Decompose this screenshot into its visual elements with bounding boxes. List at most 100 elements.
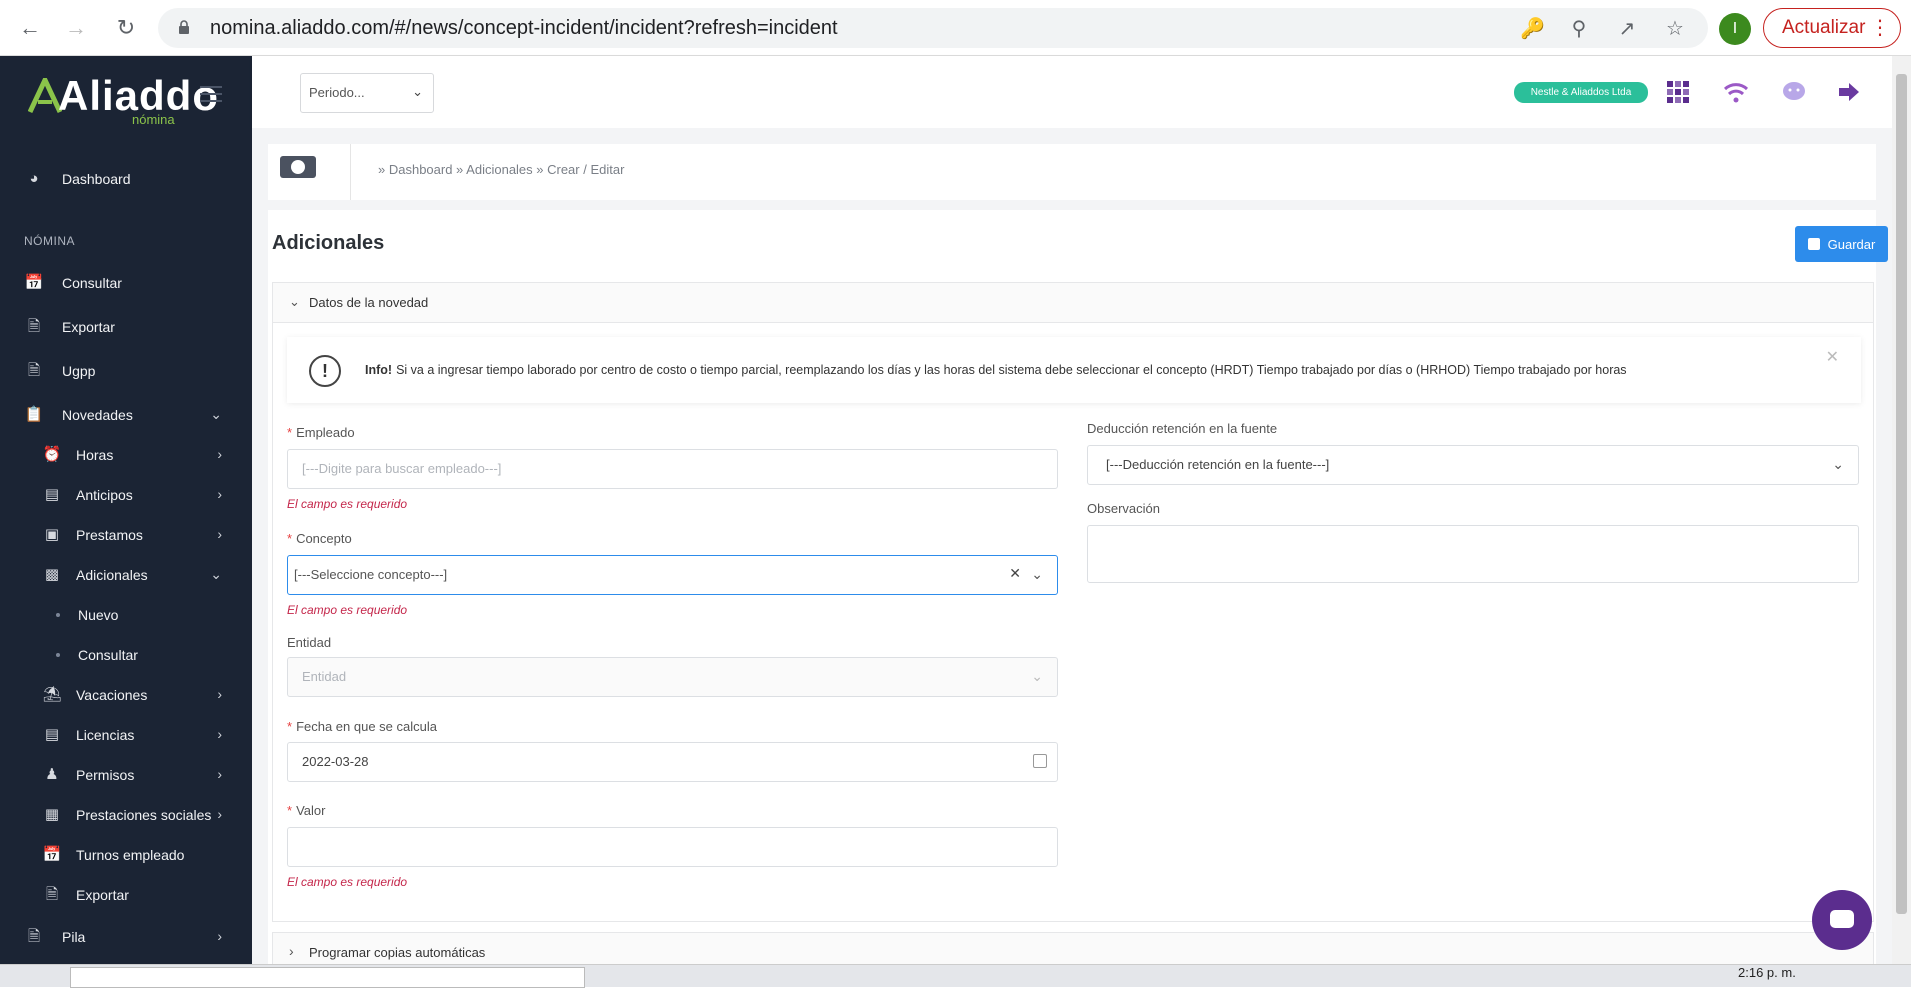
sidebar-item-nuevo[interactable]: Nuevo [0,597,252,633]
aliaddo-logo[interactable]: Aliaddo nómina [28,68,218,127]
section-label-nomina: NÓMINA [24,234,75,248]
clear-icon[interactable]: ✕ [1009,565,1021,582]
sidebar-item-label: Prestamos [76,527,143,543]
sidebar-item-label: Novedades [62,407,133,423]
sidebar-item-anticipos[interactable]: ▤ Anticipos › [0,477,252,513]
chevron-right-icon: › [217,928,222,944]
calendar-icon[interactable] [1033,754,1047,768]
valor-error: El campo es requerido [287,875,408,889]
sidebar-item-label: Adicionales [76,567,148,583]
valor-input[interactable] [287,827,1058,867]
sidebar-item-horas[interactable]: ⏰ Horas › [0,437,252,473]
sidebar-item-dashboard[interactable]: ◕ Dashboard [0,161,252,197]
fecha-date-input[interactable]: 2022-03-28 [287,742,1058,782]
periodo-select[interactable]: Periodo... ⌄ [300,73,434,113]
sidebar-item-label: Vacaciones [76,687,148,703]
panel-header[interactable]: ⌄ Datos de la novedad [273,283,1873,323]
chevron-down-icon: ⌄ [210,566,222,582]
alarm-clock-icon: ⏰ [42,446,62,463]
sidebar-item-prestaciones-sociales[interactable]: ▦ Prestaciones sociales › [0,797,252,833]
concepto-select[interactable]: [---Seleccione concepto---] ✕ ⌄ [287,555,1058,595]
lock-icon [179,20,189,34]
fecha-label-text: Fecha en que se calcula [296,719,437,734]
sidebar-item-permisos[interactable]: ♟ Permisos › [0,757,252,793]
support-chat-button[interactable] [1812,890,1872,950]
company-badge[interactable]: Nestle & Aliaddos Ltda [1514,82,1648,103]
alert-message: Si va a ingresar tiempo laborado por cen… [396,363,1627,377]
url-text[interactable]: nomina.aliaddo.com/#/news/concept-incide… [210,17,838,40]
star-icon[interactable]: ☆ [1664,18,1686,40]
page-title: Adicionales [272,232,385,254]
sidebar-item-exportar[interactable]: 🗎 Exportar [0,309,252,345]
empleado-input[interactable]: [---Digite para buscar empleado---] [287,449,1058,489]
id-card-icon: ▤ [44,486,60,503]
chevron-right-icon: › [217,806,222,822]
chevron-right-icon: › [217,526,222,542]
credit-card-icon: ▣ [44,526,60,543]
money-bill-icon [280,156,316,178]
page-scrollbar[interactable] [1892,56,1911,964]
sidebar-item-label: Nuevo [78,607,119,623]
wifi-icon[interactable] [1722,78,1750,106]
deduccion-value: [---Deducción retención en la fuente---] [1106,457,1330,472]
sidebar-item-novedades-exportar[interactable]: 🗎 Exportar [0,877,252,913]
address-bar[interactable]: nomina.aliaddo.com/#/news/concept-incide… [158,8,1708,48]
file-upload-icon: 🗎 [27,928,41,945]
back-arrow-icon[interactable]: ← [14,12,46,44]
sidebar-item-licencias[interactable]: ▤ Licencias › [0,717,252,753]
taskbar-search-input[interactable] [70,967,585,988]
chevron-down-icon: ⌄ [1832,456,1844,472]
pie-chart-icon: ◕ [29,170,39,187]
sidebar-item-ugpp[interactable]: 🗎 Ugpp [0,353,252,389]
floppy-disk-icon [1807,238,1820,250]
chevron-right-icon: › [217,686,222,702]
chevron-right-icon: › [289,943,294,959]
sidebar-item-label: Turnos empleado [76,847,185,863]
app-topbar: Periodo... ⌄ Nestle & Aliaddos Ltda [252,56,1892,128]
kebab-menu-icon[interactable]: ⋮ [1870,9,1890,47]
hamburger-menu-icon[interactable] [200,86,222,107]
breadcrumb[interactable]: » Dashboard » Adicionales » Crear / Edit… [378,162,624,177]
chevron-down-icon[interactable]: ⌄ [1031,566,1043,583]
logo-subtitle: nómina [132,112,175,127]
sidebar-item-adicionales[interactable]: ▩ Adicionales ⌄ [0,557,252,593]
logout-icon[interactable] [1835,78,1863,106]
zoom-out-icon[interactable]: ⚲ [1568,18,1590,40]
sidebar-item-consultar[interactable]: 📅 Consultar [0,265,252,301]
entidad-select[interactable]: Entidad ⌄ [287,657,1058,697]
valor-label: * Valor [287,803,326,818]
observacion-textarea[interactable] [1087,525,1859,583]
sidebar-item-vacaciones[interactable]: ⛱ Vacaciones › [0,677,252,713]
reload-icon[interactable]: ↻ [110,12,142,44]
sidebar-item-pila[interactable]: 🗎 Pila › [0,919,252,955]
share-icon[interactable]: ↗ [1616,18,1638,40]
alert-text: Info! Si va a ingresar tiempo laborado po… [365,363,1627,377]
fecha-value: 2022-03-28 [302,754,369,769]
profile-avatar[interactable]: I [1719,13,1751,45]
breadcrumb-bar: » Dashboard » Adicionales » Crear / Edit… [268,144,1876,200]
chat-bubble-icon[interactable] [1780,78,1808,106]
forward-arrow-icon[interactable]: → [60,12,92,44]
close-icon[interactable]: ✕ [1826,347,1839,367]
sidebar-item-prestamos[interactable]: ▣ Prestamos › [0,517,252,553]
scrollbar-thumb[interactable] [1896,74,1907,914]
excel-file-icon: 🗎 [45,886,59,903]
sidebar-item-label: Exportar [62,319,115,335]
concepto-error: El campo es requerido [287,603,408,617]
deduccion-select[interactable]: [---Deducción retención en la fuente---]… [1087,445,1859,485]
umbrella-beach-icon: ⛱ [42,686,62,703]
sidebar-item-novedades[interactable]: 📋 Novedades ⌄ [0,397,252,433]
sidebar-item-label: Consultar [78,647,138,663]
key-icon[interactable]: 🔑 [1520,18,1545,40]
empleado-placeholder: [---Digite para buscar empleado---] [302,461,502,476]
periodo-placeholder: Periodo... [309,85,365,100]
apps-grid-icon[interactable] [1664,78,1692,106]
sidebar-item-adicionales-consultar[interactable]: Consultar [0,637,252,673]
sidebar-item-turnos-empleado[interactable]: 📅 Turnos empleado [0,837,252,873]
save-button[interactable]: Guardar [1795,226,1888,262]
sidebar-item-label: Prestaciones sociales [76,807,212,823]
update-browser-button[interactable]: Actualizar ⋮ [1763,8,1901,48]
info-alert: ! Info! Si va a ingresar tiempo laborado … [287,337,1861,403]
sidebar-item-label: Horas [76,447,114,463]
entidad-placeholder: Entidad [302,669,347,684]
